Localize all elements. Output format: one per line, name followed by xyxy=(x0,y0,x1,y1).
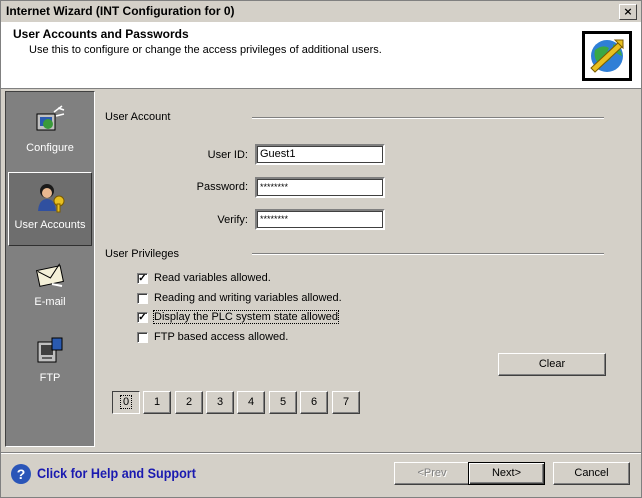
clear-button[interactable]: Clear xyxy=(498,353,606,376)
user-slot-button-4[interactable]: 4 xyxy=(237,391,265,414)
checkbox-label: FTP based access allowed. xyxy=(154,331,289,343)
sidebar-item-configure[interactable]: Configure xyxy=(6,96,94,170)
user-slot-button-1[interactable]: 1 xyxy=(143,391,171,414)
sidebar-item-label: User Accounts xyxy=(14,219,86,231)
sidebar-item-label: Configure xyxy=(26,142,74,154)
sidebar-item-ftp[interactable]: FTP xyxy=(6,326,94,400)
user-slot-label: 0 xyxy=(119,395,133,409)
user-accounts-icon xyxy=(35,181,67,213)
checkbox-label: Reading and writing variables allowed. xyxy=(154,292,342,304)
password-label: Password: xyxy=(196,181,248,193)
read-write-variables-checkbox[interactable] xyxy=(137,293,148,304)
user-slot-button-2[interactable]: 2 xyxy=(175,391,203,414)
page-title: User Accounts and Passwords xyxy=(13,27,189,41)
close-button[interactable]: × xyxy=(619,4,637,20)
user-id-field[interactable]: Guest1 xyxy=(255,144,385,165)
user-slot-button-3[interactable]: 3 xyxy=(206,391,234,414)
configure-icon xyxy=(34,104,66,136)
close-icon: × xyxy=(623,5,633,18)
email-icon xyxy=(34,258,66,290)
user-account-group-label: User Account xyxy=(105,111,171,123)
ftp-access-checkbox[interactable] xyxy=(137,332,148,343)
ftp-icon xyxy=(34,334,66,366)
wizard-header: User Accounts and Passwords Use this to … xyxy=(1,22,641,89)
cancel-button[interactable]: Cancel xyxy=(553,462,630,485)
user-slot-button-0[interactable]: 0 xyxy=(112,391,140,414)
user-id-label: User ID: xyxy=(207,149,248,161)
page-subtitle: Use this to configure or change the acce… xyxy=(29,44,382,56)
display-plc-state-checkbox[interactable]: ✓ xyxy=(137,312,148,323)
window-title: Internet Wizard (INT Configuration for 0… xyxy=(6,4,235,18)
checkbox-label: Read variables allowed. xyxy=(154,272,271,284)
user-privileges-group-label: User Privileges xyxy=(105,248,179,260)
sidebar-item-user-accounts[interactable]: User Accounts xyxy=(8,172,92,246)
footer-divider xyxy=(1,452,641,454)
prev-button[interactable]: <Prev xyxy=(394,462,470,485)
title-bar: Internet Wizard (INT Configuration for 0… xyxy=(1,1,641,23)
main-panel: User Account User ID: Guest1 Password: *… xyxy=(94,91,638,445)
user-slot-button-7[interactable]: 7 xyxy=(332,391,360,414)
verify-label: Verify: xyxy=(217,214,248,226)
wizard-window: Internet Wizard (INT Configuration for 0… xyxy=(0,0,642,498)
verify-password-field[interactable]: ******** xyxy=(255,209,385,230)
group-divider xyxy=(252,117,604,119)
next-button[interactable]: Next> xyxy=(468,462,545,485)
help-icon: ? xyxy=(11,464,31,484)
read-variables-checkbox[interactable]: ✓ xyxy=(137,273,148,284)
sidebar-item-email[interactable]: E-mail xyxy=(6,250,94,324)
sidebar-item-label: E-mail xyxy=(34,296,66,308)
sidebar-item-label: FTP xyxy=(39,372,61,384)
globe-wizard-icon xyxy=(582,31,632,81)
user-slot-button-5[interactable]: 5 xyxy=(269,391,297,414)
user-slot-button-6[interactable]: 6 xyxy=(300,391,328,414)
checkbox-label: Display the PLC system state allowed xyxy=(152,310,340,324)
password-field[interactable]: ******** xyxy=(255,177,385,198)
help-link-text: Click for Help and Support xyxy=(37,465,196,481)
group-divider xyxy=(252,253,604,255)
wizard-sidebar: Configure User Accounts E-mail FTP xyxy=(5,91,95,447)
